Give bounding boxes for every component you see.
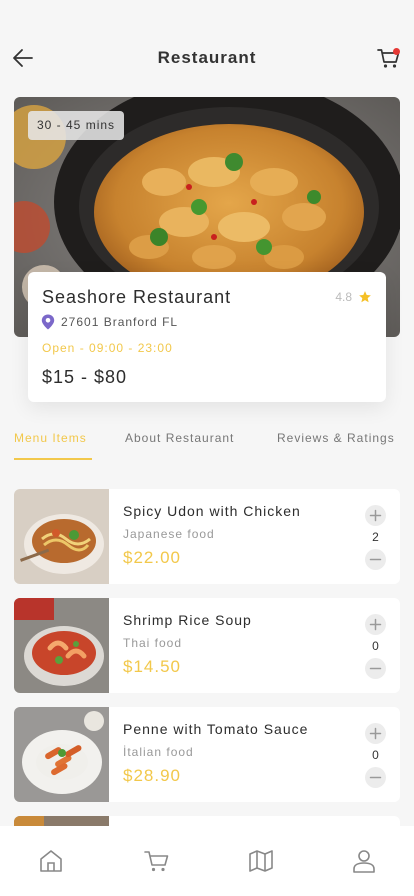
quantity-value: 0 (372, 639, 379, 653)
cart-notification-badge (393, 48, 400, 55)
menu-item-image (14, 707, 109, 802)
menu-item-image (14, 489, 109, 584)
increase-quantity-button[interactable] (365, 505, 386, 526)
delivery-time-badge: 30 - 45 mins (28, 111, 125, 140)
rating-value: 4.8 (335, 290, 352, 304)
home-icon (40, 850, 62, 872)
restaurant-name: Seashore Restaurant (42, 287, 232, 307)
menu-item-price: $28.90 (123, 766, 181, 785)
cart-icon (144, 851, 169, 872)
menu-item-name: Shrimp Rice Soup (123, 612, 252, 628)
user-icon (353, 850, 375, 873)
tab-menu-items[interactable]: Menu Items (14, 431, 87, 445)
location-pin-icon (41, 314, 55, 330)
tab-about-restaurant[interactable]: About Restaurant (125, 431, 234, 445)
minus-icon (369, 776, 382, 779)
menu-item-category: Japanese food (123, 527, 215, 541)
restaurant-address: 27601 Branford FL (41, 314, 178, 330)
menu-item-category: Thai food (123, 636, 183, 650)
menu-item-category: İtalian food (123, 745, 194, 759)
menu-item-name: Spicy Udon with Chicken (123, 503, 301, 519)
app-header: Restaurant (0, 0, 414, 96)
star-icon (359, 291, 371, 303)
menu-item-price: $22.00 (123, 548, 181, 567)
menu-item[interactable]: Penne with Tomato Sauce İtalian food $28… (14, 707, 400, 802)
quantity-value: 2 (372, 530, 379, 544)
decrease-quantity-button[interactable] (365, 658, 386, 679)
restaurant-info-card: Seashore Restaurant 4.8 27601 Branford F… (28, 272, 386, 402)
penne-photo (14, 707, 109, 802)
minus-icon (369, 558, 382, 561)
menu-item[interactable]: Shrimp Rice Soup Thai food $14.50 0 (14, 598, 400, 693)
shrimp-soup-photo (14, 598, 109, 693)
minus-icon (369, 667, 382, 670)
nav-profile-button[interactable] (351, 848, 377, 874)
map-icon (249, 850, 273, 872)
udon-photo (14, 489, 109, 584)
increase-quantity-button[interactable] (365, 723, 386, 744)
page-title: Restaurant (157, 48, 257, 67)
restaurant-rating: 4.8 (335, 290, 372, 304)
decrease-quantity-button[interactable] (365, 549, 386, 570)
nav-cart-button[interactable] (144, 848, 170, 874)
opening-hours: Open - 09:00 - 23:00 (42, 341, 173, 355)
header-cart-button[interactable] (376, 45, 402, 71)
nav-map-button[interactable] (248, 848, 274, 874)
increase-quantity-button[interactable] (365, 614, 386, 635)
active-tab-indicator (14, 458, 92, 460)
bottom-navigation (0, 826, 414, 896)
plus-icon (369, 618, 382, 631)
decrease-quantity-button[interactable] (365, 767, 386, 788)
restaurant-tabs: Menu Items About Restaurant Reviews & Ra… (14, 431, 414, 461)
plus-icon (369, 727, 382, 740)
tab-reviews-ratings[interactable]: Reviews & Ratings (277, 431, 395, 445)
menu-item-price: $14.50 (123, 657, 181, 676)
address-text: 27601 Branford FL (61, 315, 179, 329)
menu-item-name: Penne with Tomato Sauce (123, 721, 309, 737)
plus-icon (369, 509, 382, 522)
price-range: $15 - $80 (42, 367, 128, 387)
nav-home-button[interactable] (38, 848, 64, 874)
menu-item-image (14, 598, 109, 693)
menu-item[interactable]: Spicy Udon with Chicken Japanese food $2… (14, 489, 400, 584)
quantity-value: 0 (372, 748, 379, 762)
